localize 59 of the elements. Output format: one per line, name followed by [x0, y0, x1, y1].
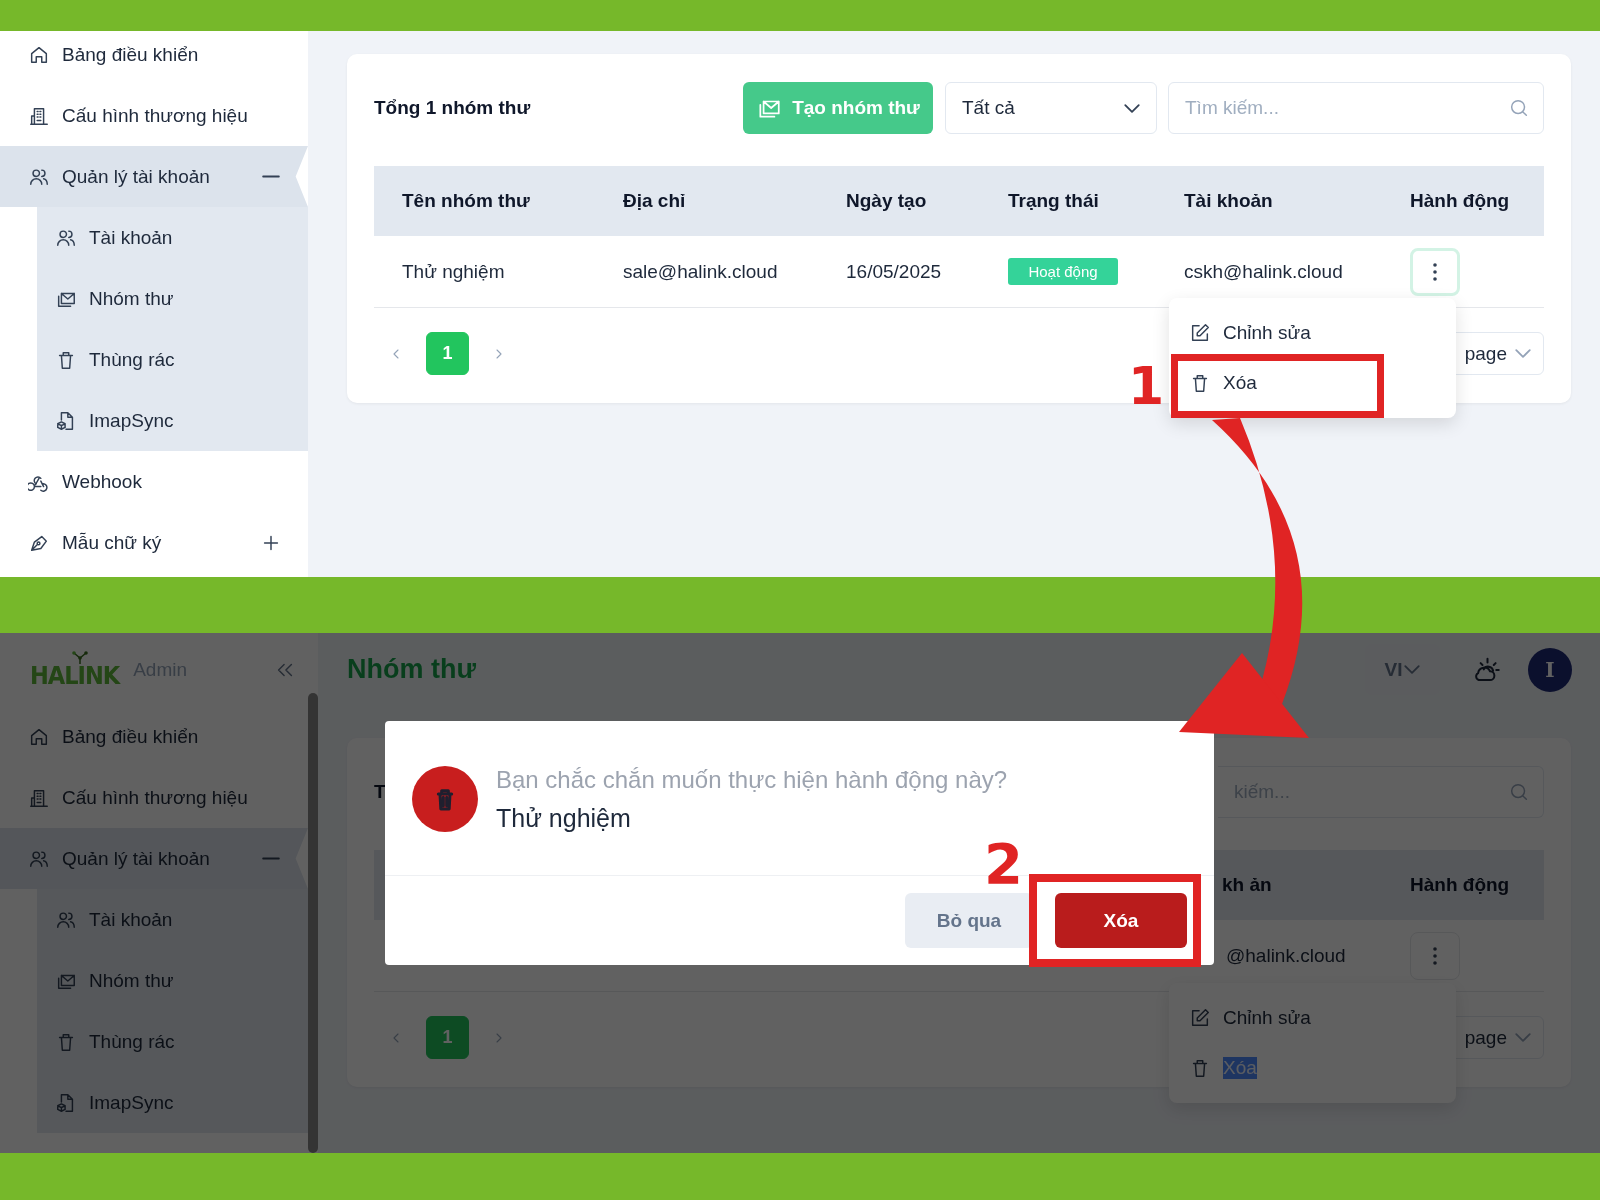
search-icon — [1508, 781, 1530, 803]
total-label: Tổng 1 nhóm thư — [374, 97, 532, 119]
column-header: Hành động — [1410, 190, 1511, 212]
table-cell-text: 16/05/2025 — [846, 260, 943, 283]
create-button[interactable]: Tạo nhóm thư — [743, 82, 933, 134]
sidebar-item[interactable]: Thùng rác — [37, 329, 308, 390]
logo: HALINK — [30, 651, 120, 688]
page-button[interactable]: 1 — [426, 332, 469, 375]
column-header: Địa chỉ — [623, 190, 687, 212]
menu-item[interactable]: Xóa — [1169, 363, 1257, 403]
sidebar-item[interactable]: Nhóm thư — [37, 950, 308, 1011]
avatar[interactable]: I — [1528, 647, 1572, 692]
sidebar-item[interactable]: Cấu hình thương hiệu — [0, 767, 308, 828]
column-header: Tài khoản — [1184, 190, 1274, 212]
sidebar-item[interactable]: ImapSync — [37, 1072, 308, 1133]
table-cell-text: Thử nghiệm — [402, 260, 506, 283]
sidebar-item[interactable]: Cấu hình thương hiệu — [0, 85, 308, 146]
table-cell-text: sale@halink.cloud — [623, 260, 779, 283]
more-button[interactable] — [1410, 247, 1460, 296]
sidebar-item[interactable]: Quản lý tài khoản — [0, 828, 308, 889]
delete-button[interactable]: Xóa — [1055, 893, 1187, 948]
chevron-down-icon — [1124, 103, 1140, 113]
sidebar-item[interactable]: Webhook — [0, 451, 308, 512]
column-header: Hành động — [1410, 874, 1511, 896]
sidebar-item[interactable]: Tài khoản — [37, 207, 308, 268]
search-icon — [1508, 97, 1530, 119]
column-header: kh ản — [1222, 874, 1273, 896]
step-number: 2 — [984, 836, 1023, 892]
sidebar-item[interactable]: ImapSync — [37, 390, 308, 451]
dialog-subject: Thử nghiệm — [496, 804, 632, 833]
edit-icon — [1189, 322, 1211, 344]
menu-item[interactable]: Chỉnh sửa — [1169, 313, 1311, 353]
sidebar-item[interactable]: Quản lý tài khoản — [0, 146, 308, 207]
menu-item[interactable]: Chỉnh sửa — [1169, 998, 1311, 1038]
sidebar-item[interactable]: Bảng điều khiển — [0, 706, 308, 767]
more-icon — [1432, 261, 1438, 282]
sidebar-item[interactable]: Bảng điều khiển — [0, 31, 308, 85]
filter-select[interactable]: Tất cả — [945, 82, 1157, 134]
sidebar-item[interactable]: Mẫu chữ ký — [0, 512, 308, 573]
table-cell-text: cskh@halink.cloud — [1184, 260, 1344, 283]
sidebar-item[interactable]: Tài khoản — [37, 889, 308, 950]
edit-icon — [1189, 1007, 1211, 1029]
chevron-down-icon — [1515, 1033, 1531, 1042]
sidebar-item[interactable]: Nhóm thư — [37, 268, 308, 329]
more-button[interactable] — [1410, 931, 1460, 980]
dialog-message: Bạn chắc chắn muốn thực hiện hành động này? — [496, 766, 1008, 794]
more-icon — [1432, 945, 1438, 966]
total-label: T — [374, 781, 386, 803]
table-cell-text: @halink.cloud — [1225, 944, 1347, 967]
column-header: Trạng thái — [1008, 190, 1100, 212]
chevron-down-icon — [1515, 349, 1531, 358]
sidebar-item[interactable]: Thùng rác — [37, 1011, 308, 1072]
chevron-down-icon — [1404, 665, 1421, 674]
step-number: 1 — [1128, 360, 1165, 412]
column-header: Ngày tạo — [846, 190, 928, 212]
search-field[interactable]: Tìm kiếm... — [1168, 82, 1544, 134]
column-header: Tên nhóm thư — [402, 190, 531, 212]
scrollbar[interactable] — [308, 693, 318, 1153]
status-badge: Hoạt động — [1008, 258, 1118, 285]
